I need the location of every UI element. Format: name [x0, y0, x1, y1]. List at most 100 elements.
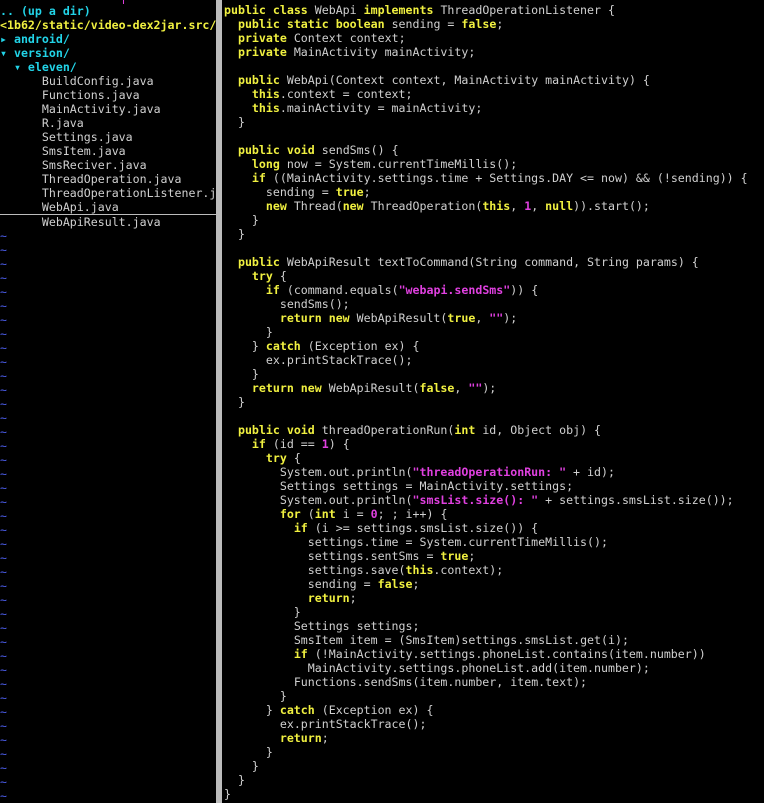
code-line[interactable]: private MainActivity mainActivity; — [224, 45, 764, 59]
code-line[interactable] — [224, 409, 764, 423]
file-tree-pane[interactable]: | .. (up a dir)<1b62/static/video-dex2jar… — [0, 0, 216, 803]
code-line[interactable]: } — [224, 367, 764, 381]
code-line[interactable]: return; — [224, 591, 764, 605]
code-line[interactable]: } — [224, 325, 764, 339]
code-line[interactable]: } — [224, 213, 764, 227]
code-line[interactable]: public void threadOperationRun(int id, O… — [224, 423, 764, 437]
code-line[interactable]: } — [224, 395, 764, 409]
code-line[interactable]: } — [224, 773, 764, 787]
code-line[interactable]: if (id == 1) { — [224, 437, 764, 451]
code-line[interactable]: Functions.sendSms(item.number, item.text… — [224, 675, 764, 689]
code-line[interactable]: } catch (Exception ex) { — [224, 339, 764, 353]
code-text-token: time — [440, 171, 469, 185]
code-line[interactable]: sending = false; — [224, 577, 764, 591]
code-line[interactable] — [224, 241, 764, 255]
code-line[interactable]: Settings settings = MainActivity.setting… — [224, 479, 764, 493]
code-text-token: text — [545, 675, 574, 689]
code-line[interactable]: Settings settings; — [224, 619, 764, 633]
code-line[interactable]: } — [224, 689, 764, 703]
tree-item-file[interactable]: SmsItem.java — [0, 144, 216, 158]
code-line[interactable]: settings.sentSms = true; — [224, 549, 764, 563]
code-line[interactable]: } — [224, 227, 764, 241]
code-line[interactable]: } catch (Exception ex) { — [224, 703, 764, 717]
tree-item-directory[interactable]: ▾ eleven/ — [0, 60, 216, 74]
code-text-token: println — [356, 493, 406, 507]
code-keyword-token: if — [265, 283, 280, 297]
code-line[interactable]: } — [224, 745, 764, 759]
empty-line-marker: ~ — [0, 607, 7, 621]
code-line[interactable]: } — [224, 605, 764, 619]
code-line[interactable]: MainActivity.settings.phoneList.add(item… — [224, 661, 764, 675]
code-string-token: "threadOperationRun: " — [412, 465, 567, 479]
code-line[interactable]: new Thread(new ThreadOperation(this, 1, … — [224, 199, 764, 213]
code-line[interactable]: return; — [224, 731, 764, 745]
code-text-token: start — [594, 199, 629, 213]
code-text-token: number — [454, 675, 497, 689]
code-text-token: smsList — [621, 493, 671, 507]
code-line[interactable]: return new WebApiResult(false, ""); — [224, 381, 764, 395]
code-line[interactable]: } — [224, 787, 764, 801]
tree-item-directory[interactable]: .. (up a dir) — [0, 4, 216, 18]
code-line[interactable]: public static boolean sending = false; — [224, 17, 764, 31]
code-text-token: ); — [489, 563, 504, 577]
code-line[interactable]: public void sendSms() { — [224, 143, 764, 157]
code-keyword-token: public — [237, 143, 280, 157]
code-text-token: } — [224, 689, 287, 703]
code-line[interactable]: settings.save(this.context); — [224, 563, 764, 577]
code-line[interactable]: try { — [224, 451, 764, 465]
code-line[interactable]: public class WebApi implements ThreadOpe… — [224, 3, 764, 17]
tree-item-file[interactable]: ThreadOperation.java — [0, 172, 216, 186]
code-line[interactable]: try { — [224, 269, 764, 283]
code-text-token: == — [293, 437, 322, 451]
code-line[interactable]: if (command.equals("webapi.sendSms")) { — [224, 283, 764, 297]
tree-item-file[interactable]: BuildConfig.java — [0, 74, 216, 88]
code-line[interactable] — [224, 129, 764, 143]
code-line[interactable]: sendSms(); — [224, 297, 764, 311]
code-keyword-token: boolean — [335, 17, 385, 31]
tree-item-file[interactable]: WebApiResult.java — [0, 215, 216, 229]
code-line[interactable]: if ((MainActivity.settings.time + Settin… — [224, 171, 764, 185]
code-line[interactable]: System.out.println("smsList.size(): " + … — [224, 493, 764, 507]
code-line[interactable]: ex.printStackTrace(); — [224, 717, 764, 731]
tree-item-directory[interactable]: ▸ android/ — [0, 32, 216, 46]
empty-line-marker: ~ — [0, 467, 7, 481]
code-line[interactable]: this.context = context; — [224, 87, 764, 101]
tree-item-file[interactable]: MainActivity.java — [0, 102, 216, 116]
tree-item-file[interactable]: SmsReciver.java — [0, 158, 216, 172]
code-line[interactable]: long now = System.currentTimeMillis(); — [224, 157, 764, 171]
code-line[interactable]: SmsItem item = (SmsItem)settings.smsList… — [224, 633, 764, 647]
code-editor-pane[interactable]: public class WebApi implements ThreadOpe… — [224, 0, 764, 803]
code-text-token: params — [635, 255, 678, 269]
tree-item-selected[interactable]: WebApi.java — [0, 200, 216, 215]
code-line[interactable]: System.out.println("threadOperationRun: … — [224, 465, 764, 479]
tree-item-file[interactable]: Settings.java — [0, 130, 216, 144]
code-line[interactable]: } — [224, 759, 764, 773]
code-text-token: MainActivity — [307, 661, 392, 675]
code-line[interactable]: if (i >= settings.smsList.size()) { — [224, 521, 764, 535]
code-line[interactable]: private Context context; — [224, 31, 764, 45]
code-line[interactable]: settings.time = System.currentTimeMillis… — [224, 535, 764, 549]
code-line[interactable]: public WebApi(Context context, MainActiv… — [224, 73, 764, 87]
split-divider[interactable] — [216, 0, 222, 803]
tree-item-directory[interactable]: <1b62/static/video-dex2jar.src/ — [0, 18, 216, 32]
code-line[interactable]: } — [224, 115, 764, 129]
code-line[interactable]: for (int i = 0; ; i++) { — [224, 507, 764, 521]
code-text-token: settings — [307, 563, 364, 577]
tree-item-file[interactable]: Functions.java — [0, 88, 216, 102]
tree-item-directory[interactable]: ▾ version/ — [0, 46, 216, 60]
code-line[interactable]: if (!MainActivity.settings.phoneList.con… — [224, 647, 764, 661]
code-line[interactable]: public WebApiResult textToCommand(String… — [224, 255, 764, 269]
tree-item-file[interactable]: R.java — [0, 116, 216, 130]
scroll-marker-text: | — [120, 0, 127, 4]
code-line[interactable] — [224, 59, 764, 73]
code-line[interactable]: sending = true; — [224, 185, 764, 199]
tree-item-file[interactable]: ThreadOperationListener.j — [0, 186, 216, 200]
code-line[interactable]: ex.printStackTrace(); — [224, 353, 764, 367]
code-line[interactable]: return new WebApiResult(true, ""); — [224, 311, 764, 325]
code-line[interactable]: this.mainActivity = mainActivity; — [224, 101, 764, 115]
